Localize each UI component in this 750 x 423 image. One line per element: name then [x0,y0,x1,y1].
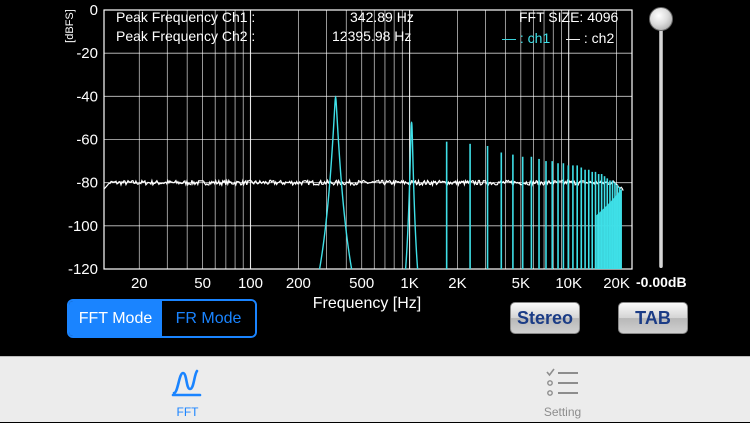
fft-size-label: FFT SIZE: 4096 [519,9,619,25]
tab-fft-label: FFT [176,405,199,419]
x-tick-label: 2K [448,275,466,292]
peak-ch1-value: 342.89 Hz [350,9,414,25]
checklist-icon [546,368,578,396]
peak-ch2-value: 12395.98 Hz [332,28,412,44]
gain-slider-knob[interactable] [649,7,673,31]
mode-segmented-control: FFT Mode FR Mode [67,299,257,338]
tab-bar: FFT Setting [0,356,750,422]
stereo-button[interactable]: Stereo [510,302,580,334]
y-tick-label: 0 [90,2,98,19]
legend-ch2: — : ch2 [566,30,615,46]
y-tick-label: -40 [76,88,98,105]
gain-slider-track[interactable] [659,24,663,268]
x-tick-label: 200 [286,275,311,292]
x-tick-label: 500 [349,275,374,292]
legend-ch1: — : ch1 [502,30,551,46]
tab-setting-label: Setting [543,405,582,419]
y-axis-label: [dBFS] [64,9,76,43]
tab-button[interactable]: TAB [618,302,688,334]
x-tick-label: 100 [238,275,263,292]
fft-analyzer-screen: 0 -20 -40 -60 -80 -100 -120 20 50 100 200 500 1K 2K 5K… [0,0,750,422]
y-tick-label: -20 [76,45,98,62]
peak-ch2-label: Peak Frequency Ch2 : [116,28,256,44]
x-tick-label: 5K [512,275,530,292]
y-tick-label: -80 [76,175,98,192]
x-tick-label: 1K [400,275,418,292]
fr-mode-button[interactable]: FR Mode [162,301,255,336]
y-tick-label: -60 [76,132,98,149]
x-tick-label: 20K [603,275,630,292]
x-tick-label: 20 [131,275,148,292]
peak-ch1-label: Peak Frequency Ch1 : [116,9,256,25]
x-tick-label: 50 [194,275,211,292]
tab-fft[interactable]: FFT [0,357,375,423]
gain-slider-value: -0.00dB [636,274,687,290]
y-tick-label: -120 [68,261,98,278]
tab-setting[interactable]: Setting [375,357,750,423]
fft-mode-button[interactable]: FFT Mode [69,301,162,336]
y-tick-label: -100 [68,218,98,235]
waveform-icon [171,369,202,397]
x-axis-label: Frequency [Hz] [313,295,421,312]
x-tick-label: 10K [555,275,582,292]
